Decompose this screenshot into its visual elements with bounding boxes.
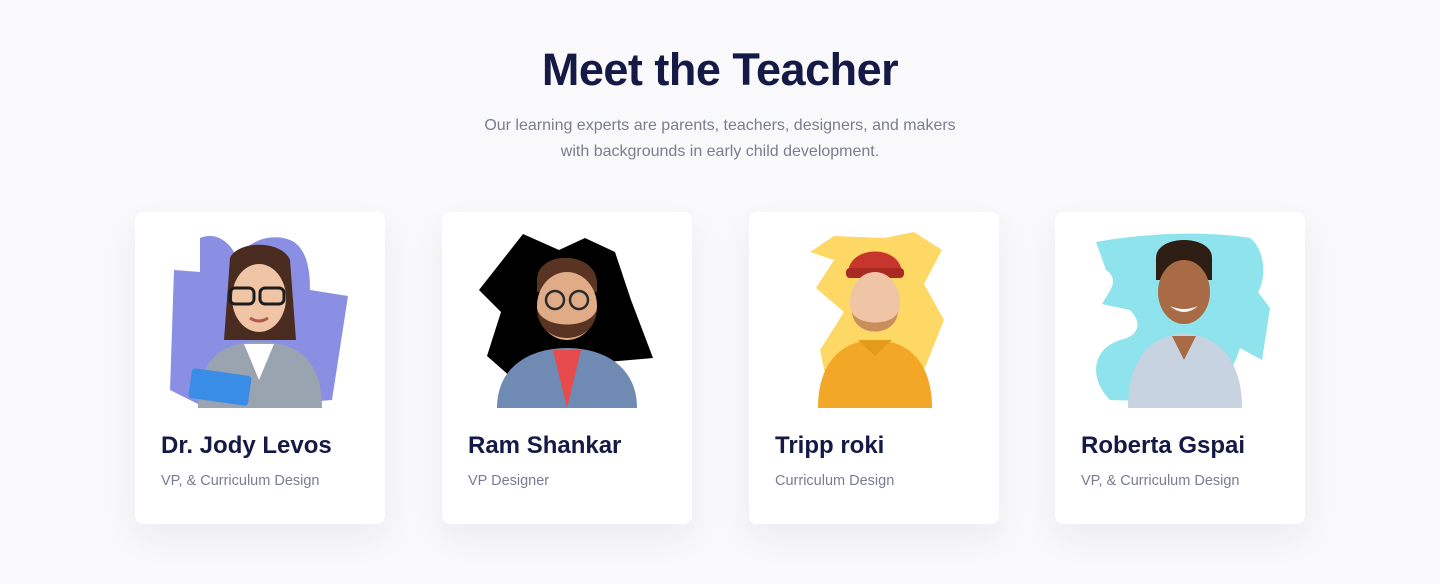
teacher-role: Curriculum Design	[775, 473, 895, 489]
teacher-card[interactable]: Ram Shankar VP Designer	[442, 212, 692, 524]
subtitle-line-2: with backgrounds in early child developm…	[560, 143, 880, 160]
smiling-man-portrait-icon	[1080, 230, 1280, 408]
teacher-card[interactable]: Tripp roki Curriculum Design	[749, 212, 999, 524]
teacher-card[interactable]: Roberta Gspai VP, & Curriculum Design	[1055, 212, 1305, 524]
teacher-name: Roberta Gspai	[1081, 432, 1246, 459]
teacher-cards: Dr. Jody Levos VP, & Curriculum Design R…	[135, 212, 1305, 524]
teacher-name: Tripp roki	[775, 432, 885, 459]
teacher-role: VP Designer	[468, 473, 550, 489]
section-subtitle: Our learning experts are parents, teache…	[420, 113, 1020, 165]
subtitle-line-1: Our learning experts are parents, teache…	[484, 117, 956, 134]
bearded-man-portrait-icon	[467, 230, 667, 408]
woman-with-glasses-portrait-icon	[160, 230, 360, 408]
teacher-role: VP, & Curriculum Design	[1081, 473, 1240, 489]
teacher-name: Dr. Jody Levos	[161, 432, 332, 459]
man-in-beanie-portrait-icon	[774, 230, 974, 408]
section-title: Meet the Teacher	[541, 44, 899, 95]
teacher-role: VP, & Curriculum Design	[161, 473, 320, 489]
teacher-card[interactable]: Dr. Jody Levos VP, & Curriculum Design	[135, 212, 385, 524]
teacher-name: Ram Shankar	[468, 432, 622, 459]
